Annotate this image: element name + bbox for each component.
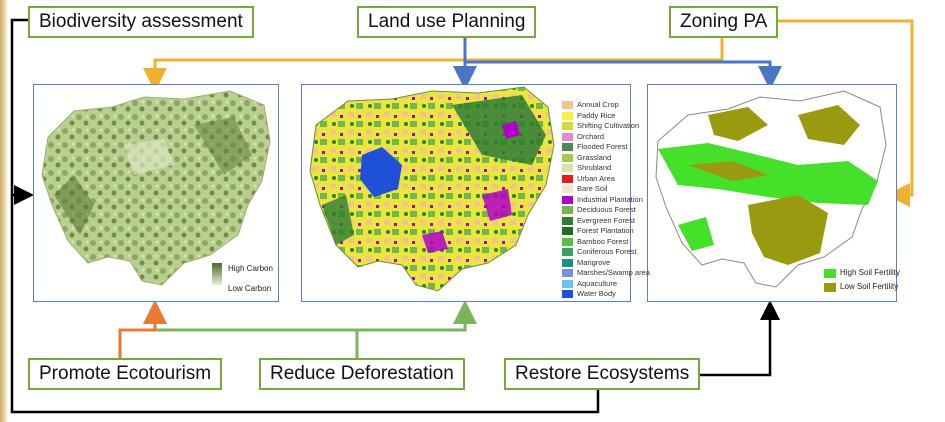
arrow-zoning-to-carbon-map bbox=[143, 37, 724, 92]
arrow-deforestation-to-landuse-map bbox=[357, 300, 477, 332]
landuse-legend-swatch bbox=[562, 111, 573, 120]
landuse-legend-label: Grassland bbox=[577, 152, 612, 162]
landuse-legend-label: Coniferous Forest bbox=[577, 247, 637, 256]
landuse-legend-swatch bbox=[562, 279, 573, 288]
land-use-planning-box: Land use Planning bbox=[357, 6, 537, 38]
diagram-canvas: Biodiversity assessment Land use Plannin… bbox=[0, 0, 945, 422]
landuse-legend-swatch bbox=[562, 153, 573, 162]
promote-ecotourism-box: Promote Ecotourism bbox=[28, 358, 223, 390]
arrow-landuse-to-soil-map bbox=[465, 60, 782, 90]
landuse-legend-swatch bbox=[562, 227, 573, 235]
restore-ecosystems-box: Restore Ecosystems bbox=[504, 358, 701, 390]
landuse-legend-label: Flooded Forest bbox=[577, 142, 628, 151]
arrow-biodiversity-to-carbon-map bbox=[10, 18, 34, 205]
land-use-planning-label: Land use Planning bbox=[368, 11, 526, 32]
arrow-ecotourism-to-carbon-map bbox=[118, 300, 167, 358]
soil-legend-label: Low Soil Fertility bbox=[840, 282, 899, 291]
landuse-legend-label: Evergreen Forest bbox=[577, 215, 635, 225]
landuse-legend-label: Bare Soil bbox=[577, 184, 608, 193]
landuse-legend-swatch bbox=[562, 290, 573, 298]
arrow-restore-to-soil-map bbox=[688, 300, 780, 377]
biodiversity-assessment-box: Biodiversity assessment bbox=[28, 6, 254, 38]
landuse-legend-swatch bbox=[562, 248, 573, 256]
carbon-map-panel: High Carbon Low Carbon bbox=[33, 84, 279, 302]
landuse-legend-label: Forest Plantation bbox=[577, 226, 634, 235]
landuse-legend-swatch bbox=[562, 132, 573, 141]
landuse-legend-label: Shifting Cultivation bbox=[577, 121, 640, 130]
landuse-legend-label: Mangrove bbox=[577, 257, 611, 267]
landuse-legend-swatch bbox=[562, 216, 573, 225]
landuse-legend-swatch bbox=[562, 174, 573, 183]
landuse-legend-swatch bbox=[562, 185, 573, 193]
landuse-legend-swatch bbox=[562, 195, 573, 204]
carbon-legend-high: High Carbon bbox=[228, 264, 273, 273]
landuse-legend-label: Marshes/Swamp area bbox=[577, 268, 650, 277]
zoning-pa-label: Zoning PA bbox=[680, 11, 768, 32]
landuse-legend-label: Bamboo Forest bbox=[577, 236, 629, 246]
biodiversity-assessment-label: Biodiversity assessment bbox=[39, 11, 243, 32]
landuse-legend-label: Water Body bbox=[577, 289, 616, 298]
landuse-legend-swatch bbox=[562, 258, 573, 267]
landuse-legend-label: Paddy Rice bbox=[577, 110, 616, 120]
landuse-legend-swatch bbox=[562, 143, 573, 151]
restore-ecosystems-label: Restore Ecosystems bbox=[515, 363, 690, 384]
landuse-legend-label: Aquaculture bbox=[577, 278, 618, 288]
soil-legend-swatch bbox=[824, 283, 836, 292]
promote-ecotourism-label: Promote Ecotourism bbox=[39, 363, 212, 384]
landuse-legend-label: Shrubland bbox=[577, 163, 612, 172]
soil-legend-swatch bbox=[824, 269, 836, 278]
zoning-pa-box: Zoning PA bbox=[669, 6, 779, 38]
landuse-legend-label: Orchard bbox=[577, 131, 605, 141]
landuse-legend-label: Industrial Plantation bbox=[577, 194, 643, 204]
arrow-deforestation-to-maps bbox=[143, 300, 359, 358]
reduce-deforestation-box: Reduce Deforestation bbox=[259, 358, 465, 390]
landuse-legend-label: Urban Area bbox=[577, 173, 615, 183]
landuse-legend-swatch bbox=[562, 101, 573, 109]
landuse-legend-swatch bbox=[562, 237, 573, 246]
reduce-deforestation-label: Reduce Deforestation bbox=[270, 363, 454, 384]
landuse-legend-swatch bbox=[562, 269, 573, 277]
landuse-legend-swatch bbox=[562, 206, 573, 214]
soil-legend-label: High Soil Fertility bbox=[840, 268, 901, 277]
landuse-legend-swatch bbox=[562, 122, 573, 130]
carbon-legend-low: Low Carbon bbox=[228, 284, 272, 293]
landuse-legend-swatch bbox=[562, 164, 573, 172]
landuse-legend-label: Deciduous Forest bbox=[577, 205, 636, 214]
landuse-legend-label: Annual Crop bbox=[577, 100, 619, 109]
